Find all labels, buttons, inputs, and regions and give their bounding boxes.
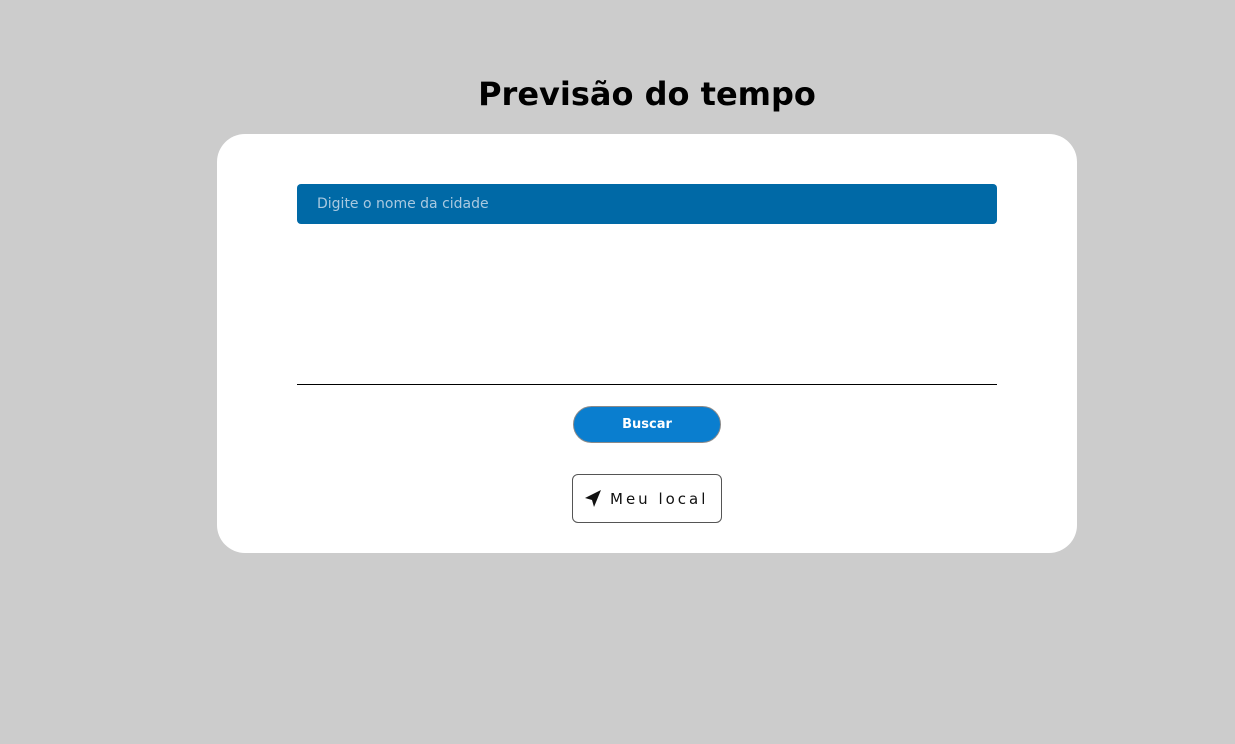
weather-results-area <box>297 224 997 384</box>
weather-card: Buscar Meu local <box>217 134 1077 553</box>
divider <box>297 384 997 385</box>
city-search-input[interactable] <box>297 184 997 224</box>
my-location-button[interactable]: Meu local <box>572 474 722 523</box>
search-button-label: Buscar <box>622 417 672 432</box>
search-button[interactable]: Buscar <box>573 406 721 443</box>
page-title: Previsão do tempo <box>478 75 816 113</box>
my-location-label: Meu local <box>610 489 709 508</box>
navigation-arrow-icon <box>583 489 603 509</box>
page: Previsão do tempo Buscar Meu local <box>0 0 1235 744</box>
